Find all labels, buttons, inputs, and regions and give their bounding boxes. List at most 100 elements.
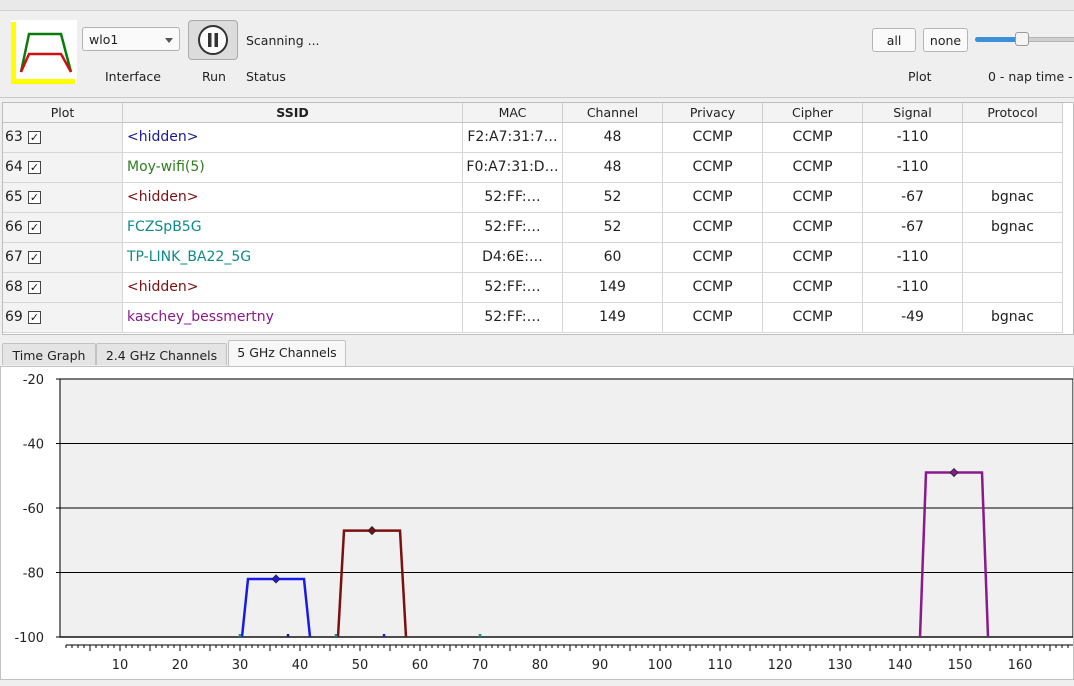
plot-checkbox[interactable]: ✓ <box>28 131 41 144</box>
column-header-privacy[interactable]: Privacy <box>663 103 763 123</box>
column-header-cipher[interactable]: Cipher <box>763 103 863 123</box>
column-header-ssid[interactable]: SSID <box>123 103 463 123</box>
cell-channel: 60 <box>563 243 663 273</box>
network-table: Plot SSID MAC Channel Privacy Cipher Signal Pro… <box>2 102 1074 335</box>
row-plot-cell: 63 ✓ <box>3 123 123 153</box>
x-tick-label: 120 <box>768 658 793 673</box>
table-row[interactable]: 63 ✓ <hidden> F2:A7:31:7… 48 CCMP CCMP -110 <box>3 123 1065 153</box>
x-tick-label: 70 <box>472 658 489 673</box>
cell-privacy: CCMP <box>663 123 763 153</box>
cell-ssid: TP-LINK_BA22_5G <box>123 243 463 273</box>
row-plot-cell: 69 ✓ <box>3 303 123 333</box>
cell-cipher: CCMP <box>763 153 863 183</box>
cell-cipher: CCMP <box>763 213 863 243</box>
channel-graph: -20 -40 -60 -80 -100 10 20 30 40 50 60 70 80 90 100 110… <box>14 373 1074 673</box>
toolbar <box>0 11 1074 98</box>
cell-channel: 52 <box>563 213 663 243</box>
app-logo-icon <box>11 20 77 84</box>
chevron-down-icon <box>165 38 173 43</box>
run-pause-button[interactable] <box>188 20 238 60</box>
cell-mac: 52:FF:… <box>463 273 563 303</box>
x-tick-label: 30 <box>232 658 249 673</box>
cell-channel: 52 <box>563 183 663 213</box>
plot-checkbox[interactable]: ✓ <box>28 191 41 204</box>
column-header-plot[interactable]: Plot <box>3 103 123 123</box>
column-header-signal[interactable]: Signal <box>863 103 963 123</box>
cell-signal: -67 <box>863 213 963 243</box>
column-header-protocol[interactable]: Protocol <box>963 103 1063 123</box>
cell-protocol: bgnac <box>963 303 1063 333</box>
cell-signal: -49 <box>863 303 963 333</box>
cell-privacy: CCMP <box>663 183 763 213</box>
x-tick-label: 150 <box>948 658 973 673</box>
cell-mac: D4:6E:… <box>463 243 563 273</box>
row-number: 64 <box>5 159 23 175</box>
table-row[interactable]: 65 ✓ <hidden> 52:FF:… 52 CCMP CCMP -67 bgnac <box>3 183 1065 213</box>
run-label: Run <box>202 69 226 84</box>
x-tick-label: 50 <box>352 658 369 673</box>
plot-checkbox[interactable]: ✓ <box>28 221 41 234</box>
plot-checkbox[interactable]: ✓ <box>28 311 41 324</box>
interface-select[interactable]: wlo1 <box>82 27 180 51</box>
x-tick-label: 110 <box>708 658 733 673</box>
interface-label: Interface <box>105 69 161 84</box>
tab-time-graph[interactable]: Time Graph <box>2 343 96 365</box>
cell-mac: F2:A7:31:7… <box>463 123 563 153</box>
plot-all-button[interactable]: all <box>872 28 916 52</box>
cell-channel: 149 <box>563 273 663 303</box>
cell-privacy: CCMP <box>663 273 763 303</box>
x-tick-label: 40 <box>292 658 309 673</box>
cell-protocol: bgnac <box>963 213 1063 243</box>
cell-cipher: CCMP <box>763 303 863 333</box>
cell-protocol <box>963 153 1063 183</box>
column-header-channel[interactable]: Channel <box>563 103 663 123</box>
row-number: 68 <box>5 279 23 295</box>
row-plot-cell: 65 ✓ <box>3 183 123 213</box>
cell-ssid: <hidden> <box>123 123 463 153</box>
table-row[interactable]: 64 ✓ Moy-wifi(5) F0:A7:31:D… 48 CCMP CCMP -110 <box>3 153 1065 183</box>
plot-checkbox[interactable]: ✓ <box>28 161 41 174</box>
row-number: 69 <box>5 309 23 325</box>
cell-signal: -67 <box>863 183 963 213</box>
row-number: 65 <box>5 189 23 205</box>
cell-protocol <box>963 273 1063 303</box>
cell-cipher: CCMP <box>763 123 863 153</box>
y-tick-label: -100 <box>14 631 44 646</box>
x-tick-label: 100 <box>648 658 673 673</box>
cell-protocol: bgnac <box>963 183 1063 213</box>
cell-ssid: kaschey_bessmertny <box>123 303 463 333</box>
tab-5-ghz-channels[interactable]: 5 GHz Channels <box>228 340 346 367</box>
cell-ssid: FCZSpB5G <box>123 213 463 243</box>
x-tick-label: 160 <box>1008 658 1033 673</box>
pause-icon <box>198 25 228 55</box>
cell-signal: -110 <box>863 273 963 303</box>
x-tick-label: 90 <box>592 658 609 673</box>
table-row[interactable]: 68 ✓ <hidden> 52:FF:… 149 CCMP CCMP -110 <box>3 273 1065 303</box>
nap-time-label: 0 - nap time - <box>988 69 1073 84</box>
cell-ssid: Moy-wifi(5) <box>123 153 463 183</box>
row-number: 67 <box>5 249 23 265</box>
x-tick-label: 140 <box>888 658 913 673</box>
y-tick-label: -20 <box>23 373 44 388</box>
tab-2-4-ghz-channels[interactable]: 2.4 GHz Channels <box>96 343 227 365</box>
plot-none-button[interactable]: none <box>923 28 968 52</box>
cell-signal: -110 <box>863 153 963 183</box>
cell-channel: 149 <box>563 303 663 333</box>
status-label: Status <box>246 69 286 84</box>
table-row[interactable]: 66 ✓ FCZSpB5G 52:FF:… 52 CCMP CCMP -67 bgnac <box>3 213 1065 243</box>
table-row[interactable]: 69 ✓ kaschey_bessmertny 52:FF:… 149 CCMP CCMP -… <box>3 303 1065 333</box>
y-tick-label: -80 <box>23 567 44 582</box>
status-text: Scanning ... <box>246 33 320 48</box>
table-row[interactable]: 67 ✓ TP-LINK_BA22_5G D4:6E:… 60 CCMP CCMP -110 <box>3 243 1065 273</box>
row-plot-cell: 66 ✓ <box>3 213 123 243</box>
plot-checkbox[interactable]: ✓ <box>28 251 41 264</box>
nap-time-slider-handle[interactable] <box>1015 32 1029 46</box>
cell-protocol <box>963 123 1063 153</box>
column-header-mac[interactable]: MAC <box>463 103 563 123</box>
y-tick-label: -40 <box>23 438 44 453</box>
plot-checkbox[interactable]: ✓ <box>28 281 41 294</box>
row-plot-cell: 67 ✓ <box>3 243 123 273</box>
x-tick-label: 10 <box>112 658 129 673</box>
x-tick-label: 80 <box>532 658 549 673</box>
cell-mac: 52:FF:… <box>463 303 563 333</box>
